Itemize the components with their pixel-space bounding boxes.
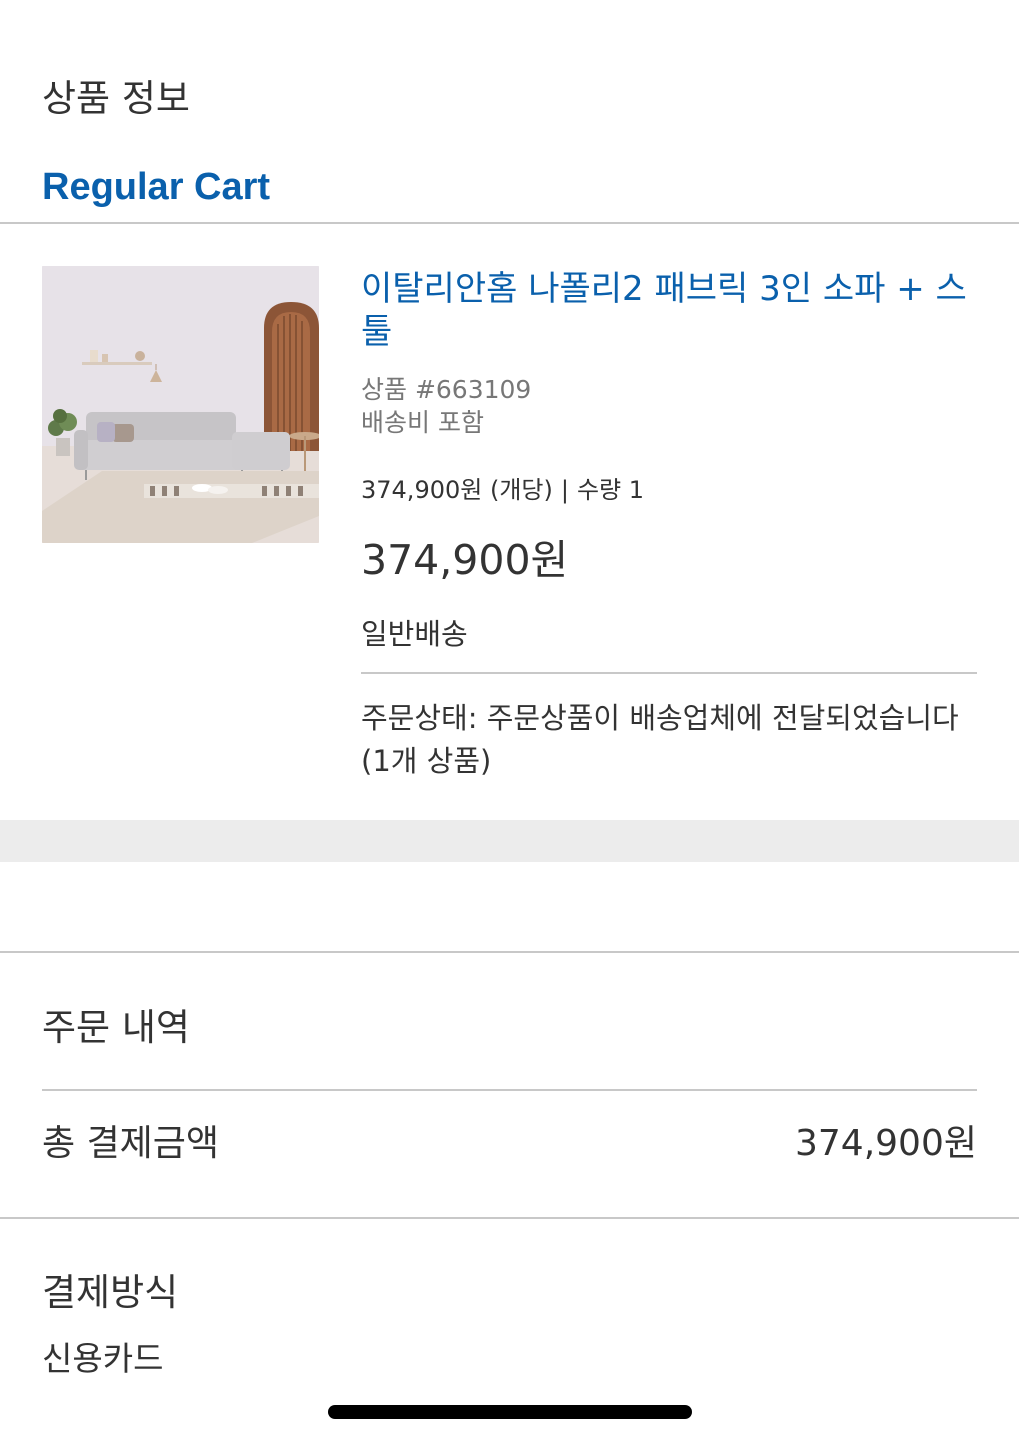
- item-number: 상품 #663109: [361, 375, 532, 404]
- sofa-room-image: [42, 266, 319, 543]
- total-payment-value: 374,900원: [795, 1123, 977, 1164]
- product-name-link[interactable]: 이탈리안홈 나폴리2 패브릭 3인 소파 + 스툴: [361, 268, 971, 354]
- quantity: 수량 1: [576, 476, 644, 504]
- summary-divider: [42, 1089, 977, 1091]
- unit-price-line: 374,900원 (개당) | 수량 1: [361, 470, 644, 505]
- section-gap-band: [0, 820, 1019, 862]
- divider: [0, 1217, 1019, 1219]
- shipping-type: 일반배송: [361, 617, 468, 651]
- product-thumbnail[interactable]: [42, 266, 319, 543]
- payment-method-value: 신용카드: [42, 1339, 164, 1378]
- divider: [0, 222, 1019, 224]
- shipping-fee-note: 배송비 포함: [361, 408, 484, 437]
- order-status: 주문상태: 주문상품이 배송업체에 전달되었습니다 (1개 상품): [361, 701, 959, 778]
- total-payment-label: 총 결제금액: [42, 1123, 220, 1164]
- payment-method-title: 결제방식: [42, 1271, 179, 1314]
- home-indicator[interactable]: [328, 1405, 692, 1419]
- unit-price: 374,900원 (개당): [361, 476, 553, 504]
- item-total-price: 374,900원: [361, 536, 569, 584]
- product-info-title: 상품 정보: [42, 77, 190, 120]
- divider: [0, 951, 1019, 953]
- item-divider: [361, 672, 977, 674]
- order-history-title: 주문 내역: [42, 1006, 190, 1049]
- separator: |: [560, 476, 569, 504]
- cart-title: Regular Cart: [42, 166, 271, 208]
